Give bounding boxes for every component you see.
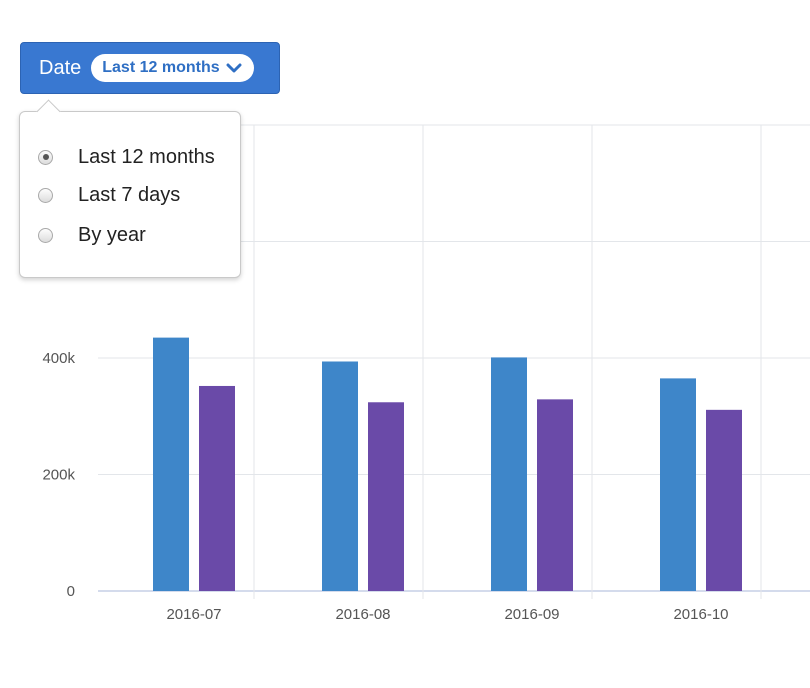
date-range-select[interactable]: Last 12 months [91,54,254,82]
bars [153,337,742,591]
radio-unchecked-icon[interactable] [38,187,53,203]
x-tick-label: 2016-07 [166,606,221,623]
date-range-dropdown: Last 12 months Last 7 days By year [19,99,241,278]
y-axis-ticks: 0 200k 400k [42,350,75,600]
bar-chart: 0 200k 400k 2016-07 2016-08 2016-09 2016-10 [42,124,810,623]
option-label: Last 7 days [78,183,181,206]
bar-series-1-2016-08[interactable] [322,361,358,591]
bar-series-2-2016-07[interactable] [199,385,235,591]
option-label: Last 12 months [78,145,215,168]
option-label: By year [78,223,146,246]
bar-series-2-2016-10[interactable] [706,409,742,591]
radio-unchecked-icon[interactable] [38,227,53,243]
x-axis-ticks: 2016-07 2016-08 2016-09 2016-10 [166,606,728,623]
option-last-7-days[interactable]: Last 7 days [38,181,180,209]
chevron-down-icon [226,63,242,73]
x-tick-label: 2016-08 [335,606,390,623]
x-tick-label: 2016-09 [504,606,559,623]
bar-series-2-2016-09[interactable] [537,399,573,591]
bar-series-1-2016-09[interactable] [491,357,527,591]
x-tick-label: 2016-10 [673,606,728,623]
bar-series-1-2016-10[interactable] [660,378,696,591]
date-filter-button[interactable]: Date Last 12 months [20,42,280,94]
bar-series-1-2016-07[interactable] [153,337,189,591]
option-by-year[interactable]: By year [38,221,146,249]
option-last-12-months[interactable]: Last 12 months [38,143,215,171]
y-tick-label: 0 [67,583,75,600]
date-filter-label: Date [39,56,82,79]
y-tick-label: 200k [42,467,75,484]
date-range-selected: Last 12 months [102,59,220,76]
radio-checked-icon[interactable] [38,149,53,165]
bar-series-2-2016-08[interactable] [368,402,404,591]
y-tick-label: 400k [42,350,75,367]
